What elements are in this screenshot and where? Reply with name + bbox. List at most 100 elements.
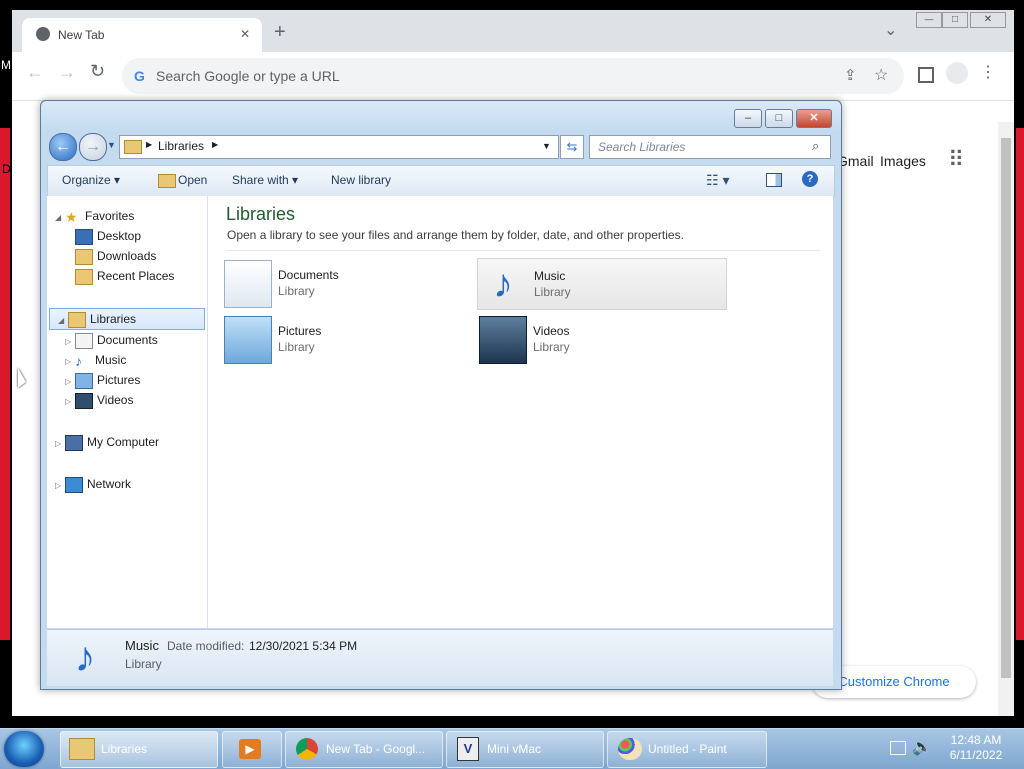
desktop-background-right	[1016, 128, 1024, 640]
address-bar[interactable]: ▶ Libraries ▶ ▼	[119, 135, 559, 159]
details-pane: ♪ Music Date modified: 12/30/2021 5:34 P…	[47, 629, 833, 686]
nav-libraries[interactable]: ◢ Libraries	[49, 308, 205, 330]
explorer-nav-row: ← → ▼ ▶ Libraries ▶ ▼ ⇆ Search Libraries…	[47, 133, 837, 161]
chrome-menu-icon[interactable]: ⋮	[980, 62, 996, 82]
chrome-scrollbar-thumb[interactable]	[1001, 138, 1011, 678]
explorer-title-bar[interactable]: – □ ✕	[41, 101, 841, 131]
breadcrumb-libraries[interactable]: Libraries	[158, 139, 204, 153]
network-icon	[65, 476, 83, 493]
side-panel-icon[interactable]	[918, 67, 934, 83]
volume-icon[interactable]: 🔈	[912, 737, 932, 757]
open-folder-icon	[158, 174, 176, 188]
new-library-button[interactable]: New library	[331, 173, 391, 187]
taskbar-libraries[interactable]: Libraries	[60, 731, 218, 768]
taskbar-media-player[interactable]: ▶	[222, 731, 282, 768]
computer-icon	[65, 434, 83, 451]
google-apps-icon[interactable]: ⠿	[948, 147, 964, 173]
page-title: Libraries	[226, 204, 296, 224]
nav-my-computer[interactable]: ▷ My Computer	[47, 432, 207, 452]
nav-documents[interactable]: ▷ Documents	[47, 330, 207, 350]
library-videos[interactable]: Videos Library	[477, 314, 725, 364]
profile-avatar-icon[interactable]	[946, 62, 968, 84]
tab-search-icon[interactable]: ⌄	[884, 20, 897, 40]
page-description: Open a library to see your files and arr…	[227, 228, 684, 242]
mini-vmac-icon: V	[457, 737, 479, 761]
command-bar: Organize ▾ Open Share with ▾ New library…	[47, 165, 835, 197]
reload-icon[interactable]: ↻	[90, 61, 105, 82]
taskbar-mini-vmac[interactable]: V Mini vMac	[446, 731, 604, 768]
clock-date: 6/11/2022	[949, 748, 1003, 762]
taskbar-paint[interactable]: Untitled - Paint	[607, 731, 767, 768]
nav-network[interactable]: ▷ Network	[47, 474, 207, 494]
nav-downloads[interactable]: Downloads	[47, 246, 207, 266]
search-icon[interactable]: ⌕	[812, 138, 819, 154]
videos-film-icon	[75, 392, 93, 409]
breadcrumb-separator-icon: ▶	[146, 140, 153, 149]
open-button[interactable]: Open	[178, 173, 207, 187]
refresh-icon[interactable]: ⇆	[560, 135, 584, 159]
mouse-cursor-icon	[18, 368, 26, 388]
explorer-folder-icon	[69, 738, 95, 760]
search-libraries-input[interactable]: Search Libraries ⌕	[589, 135, 831, 159]
breadcrumb-separator-icon[interactable]: ▶	[212, 140, 218, 149]
library-documents[interactable]: Documents Library	[222, 258, 470, 308]
documents-library-icon	[224, 260, 272, 308]
gmail-link[interactable]: Gmail	[837, 153, 874, 169]
nav-recent-places[interactable]: Recent Places	[47, 266, 207, 286]
forward-button[interactable]: →	[79, 133, 107, 161]
taskbar: Libraries ▶ New Tab - Googl... V Mini vM…	[0, 728, 1024, 769]
nav-videos[interactable]: ▷ Videos	[47, 390, 207, 410]
omnibox[interactable]: G Search Google or type a URL ⇪ ☆	[122, 58, 904, 94]
taskbar-chrome[interactable]: New Tab - Googl...	[285, 731, 443, 768]
desktop-icon	[75, 228, 93, 245]
help-icon[interactable]: ?	[802, 171, 818, 187]
chrome-toolbar: ← → ↻ G Search Google or type a URL ⇪ ☆ …	[12, 52, 1014, 101]
pictures-icon	[75, 372, 93, 389]
nav-favorites[interactable]: ◢ ★ Favorites	[47, 206, 207, 226]
chrome-tab[interactable]: New Tab ✕	[22, 18, 262, 52]
preview-pane-icon[interactable]	[766, 173, 782, 187]
back-arrow-icon[interactable]: ←	[26, 62, 44, 83]
recent-pages-chevron-icon[interactable]: ▼	[107, 140, 116, 150]
organize-button[interactable]: Organize ▾	[62, 173, 120, 187]
share-with-button[interactable]: Share with ▾	[232, 173, 298, 187]
library-pictures[interactable]: Pictures Library	[222, 314, 470, 364]
maximize-button[interactable]: □	[942, 12, 968, 28]
explorer-window: – □ ✕ ← → ▼ ▶ Libraries ▶ ▼ ⇆ Search Lib…	[40, 100, 842, 690]
chrome-scrollbar[interactable]	[998, 122, 1014, 716]
explorer-minimize-button[interactable]: –	[734, 109, 762, 128]
nav-music[interactable]: ▷ ♪ Music	[47, 350, 207, 370]
forward-arrow-icon[interactable]: →	[58, 62, 76, 83]
bookmark-star-icon[interactable]: ☆	[874, 65, 888, 85]
paint-palette-icon	[618, 738, 642, 760]
music-note-icon: ♪	[74, 633, 96, 680]
explorer-close-button[interactable]: ✕	[796, 109, 832, 128]
chrome-icon	[296, 738, 318, 760]
change-view-icon[interactable]: ☷ ▾	[706, 172, 729, 189]
minimize-button[interactable]: —	[916, 12, 942, 28]
close-button[interactable]: ✕	[970, 12, 1006, 28]
favorites-star-icon: ★	[65, 208, 78, 225]
system-clock[interactable]: 12:48 AM 6/11/2022	[930, 733, 1022, 763]
share-icon[interactable]: ⇪	[844, 66, 857, 84]
navigation-pane: ◢ ★ Favorites Desktop Downloads Recent Pla…	[47, 196, 208, 628]
chrome-favicon-icon	[36, 27, 50, 41]
search-placeholder: Search Libraries	[598, 140, 686, 154]
desktop-background-left	[0, 128, 10, 640]
nav-pictures[interactable]: ▷ Pictures	[47, 370, 207, 390]
media-player-icon: ▶	[239, 739, 261, 759]
documents-icon	[75, 332, 93, 349]
explorer-maximize-button[interactable]: □	[765, 109, 793, 128]
tab-close-icon[interactable]: ✕	[240, 27, 250, 41]
start-button[interactable]	[4, 731, 44, 767]
nav-desktop[interactable]: Desktop	[47, 226, 207, 246]
images-link[interactable]: Images	[880, 153, 926, 169]
new-tab-button[interactable]: +	[274, 21, 286, 44]
library-music[interactable]: ♪ Music Library	[477, 258, 727, 310]
back-button[interactable]: ←	[49, 133, 77, 161]
google-g-icon: G	[134, 68, 145, 84]
address-dropdown-icon[interactable]: ▼	[542, 141, 551, 151]
details-name: Music	[125, 638, 159, 653]
pictures-library-icon	[224, 316, 272, 364]
network-tray-icon[interactable]	[890, 741, 906, 755]
